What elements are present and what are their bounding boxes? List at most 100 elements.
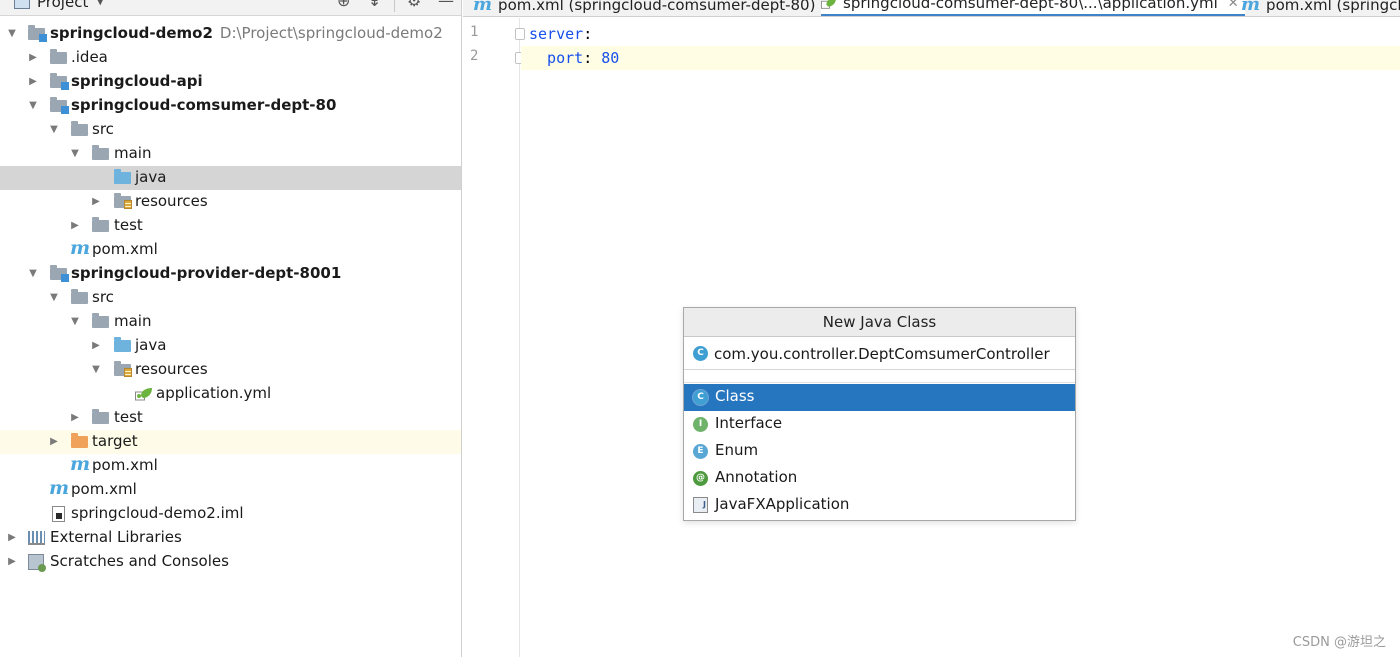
tree-item-resources[interactable]: ▼ resources	[0, 358, 461, 382]
tree-item-springcloud-demo2[interactable]: ▼ springcloud-demo2 D:\Project\springclou…	[0, 22, 461, 46]
class-name-input[interactable]	[714, 342, 1070, 366]
collapsed-arrow-icon[interactable]: ▶	[48, 436, 60, 448]
project-panel: Project ▼ ⊕ ⇟ ⚙ — ▼ springcloud-demo2 D:\…	[0, 0, 462, 657]
tree-item-label: resources	[135, 192, 208, 210]
project-view-title[interactable]: Project	[37, 0, 88, 11]
maven-icon: m	[473, 0, 493, 15]
tree-item-label: springcloud-demo2	[50, 24, 213, 42]
tree-item-pom-xml-root[interactable]: m pom.xml	[0, 478, 461, 502]
tree-item-label: pom.xml	[92, 240, 158, 258]
tree-item-main[interactable]: ▼ main	[0, 310, 461, 334]
folder-icon	[92, 409, 109, 424]
collapsed-arrow-icon[interactable]: ▶	[69, 412, 81, 424]
collapsed-arrow-icon[interactable]: ▶	[90, 340, 102, 352]
tree-item-external-libraries[interactable]: ▶ External Libraries	[0, 526, 461, 550]
collapsed-arrow-icon[interactable]: ▶	[6, 556, 18, 568]
javafx-icon: J	[693, 497, 708, 513]
tree-item-idea[interactable]: ▶ .idea	[0, 46, 461, 70]
line-number: 1	[470, 24, 479, 40]
tree-item-resources[interactable]: ▶ resources	[0, 190, 461, 214]
kind-item-annotation[interactable]: @ Annotation	[684, 465, 1075, 492]
tree-item-iml[interactable]: springcloud-demo2.iml	[0, 502, 461, 526]
tree-item-application-yml[interactable]: application.yml	[0, 382, 461, 406]
tree-item-src[interactable]: ▼ src	[0, 286, 461, 310]
tree-item-label: pom.xml	[71, 480, 137, 498]
iml-file-icon	[52, 506, 65, 522]
locate-icon[interactable]: ⊕	[337, 0, 350, 10]
module-folder-icon	[28, 25, 47, 42]
kind-item-interface[interactable]: I Interface	[684, 411, 1075, 438]
collapsed-arrow-icon[interactable]: ▶	[27, 52, 39, 64]
line-number: 2	[470, 48, 479, 64]
expand-arrow-icon[interactable]: ▼	[48, 124, 60, 136]
tree-item-scratches-and-consoles[interactable]: ▶ Scratches and Consoles	[0, 550, 461, 574]
source-folder-icon	[114, 337, 131, 352]
chevron-down-icon[interactable]: ▼	[96, 0, 104, 7]
maven-icon: m	[1241, 0, 1261, 15]
expand-arrow-icon[interactable]: ▼	[6, 28, 18, 40]
kind-item-javafx-application[interactable]: J JavaFXApplication	[684, 492, 1075, 519]
expand-arrow-icon[interactable]: ▼	[69, 148, 81, 160]
expand-arrow-icon[interactable]: ▼	[27, 100, 39, 112]
tree-item-springcloud-comsumer-dept-80[interactable]: ▼ springcloud-comsumer-dept-80	[0, 94, 461, 118]
class-name-field[interactable]: C	[684, 338, 1075, 370]
tree-item-springcloud-provider-dept-8001[interactable]: ▼ springcloud-provider-dept-8001	[0, 262, 461, 286]
tab-application-yml[interactable]: springcloud-comsumer-dept-80\...\applica…	[821, 0, 1245, 16]
close-icon[interactable]: ✕	[1228, 0, 1239, 11]
tree-item-label: .idea	[71, 48, 108, 66]
collapsed-arrow-icon[interactable]: ▶	[6, 532, 18, 544]
kind-label: JavaFXApplication	[715, 495, 850, 513]
line-gutter: 1 2	[463, 18, 525, 657]
kind-label: Interface	[715, 414, 783, 432]
tree-item-label: springcloud-provider-dept-8001	[71, 264, 342, 282]
watermark: CSDN @游坦之	[1292, 635, 1386, 650]
tree-item-src[interactable]: ▼ src	[0, 118, 461, 142]
folder-icon	[50, 49, 67, 64]
tree-item-label: src	[92, 288, 114, 306]
tree-item-label: springcloud-api	[71, 72, 203, 90]
minimize-icon[interactable]: —	[438, 0, 454, 10]
folder-icon	[92, 145, 109, 160]
class-icon: C	[693, 390, 708, 405]
yaml-value: 80	[601, 49, 620, 67]
tab-pom-xml-comsumer[interactable]: m pom.xml (springcloud-comsumer-dept-80)…	[473, 0, 836, 16]
spring-yml-icon	[821, 0, 836, 9]
collapsed-arrow-icon[interactable]: ▶	[27, 76, 39, 88]
tree-item-test[interactable]: ▶ test	[0, 406, 461, 430]
kind-label: Annotation	[715, 468, 798, 486]
expand-arrow-icon[interactable]: ▼	[69, 316, 81, 328]
tree-item-java-selected[interactable]: java	[0, 166, 461, 190]
collapse-icon[interactable]: ⇟	[368, 0, 381, 10]
tree-item-label: java	[135, 168, 167, 186]
tree-item-label: java	[135, 336, 167, 354]
maven-icon: m	[70, 237, 91, 259]
new-java-class-popup: New Java Class C C Class I Interface E E…	[683, 307, 1076, 521]
folder-icon	[92, 313, 109, 328]
collapsed-arrow-icon[interactable]: ▶	[69, 220, 81, 232]
tree-item-label: test	[114, 216, 143, 234]
tree-item-label: resources	[135, 360, 208, 378]
kind-item-class[interactable]: C Class	[684, 384, 1075, 411]
tree-item-target[interactable]: ▶ target	[0, 430, 461, 454]
expand-arrow-icon[interactable]: ▼	[27, 268, 39, 280]
expand-arrow-icon[interactable]: ▼	[48, 292, 60, 304]
tree-item-springcloud-api[interactable]: ▶ springcloud-api	[0, 70, 461, 94]
tree-item-test[interactable]: ▶ test	[0, 214, 461, 238]
collapsed-arrow-icon[interactable]: ▶	[90, 196, 102, 208]
tree-item-pom-xml[interactable]: m pom.xml	[0, 454, 461, 478]
kind-item-enum[interactable]: E Enum	[684, 438, 1075, 465]
tab-pom-xml-other[interactable]: m pom.xml (springcloud	[1241, 0, 1400, 16]
excluded-folder-icon	[71, 433, 88, 448]
tree-item-main[interactable]: ▼ main	[0, 142, 461, 166]
popup-divider	[684, 370, 1075, 383]
expand-arrow-icon[interactable]: ▼	[90, 364, 102, 376]
code-line-current: port: 80	[521, 46, 1400, 70]
popup-title: New Java Class	[684, 308, 1075, 337]
tree-item-pom-xml[interactable]: m pom.xml	[0, 237, 461, 262]
tree-item-java[interactable]: ▶ java	[0, 334, 461, 358]
tree-item-label: Scratches and Consoles	[50, 552, 229, 570]
tree-item-label: src	[92, 120, 114, 138]
folder-icon	[71, 121, 88, 136]
code-line: server:	[529, 25, 593, 43]
gear-icon[interactable]: ⚙	[407, 0, 421, 10]
